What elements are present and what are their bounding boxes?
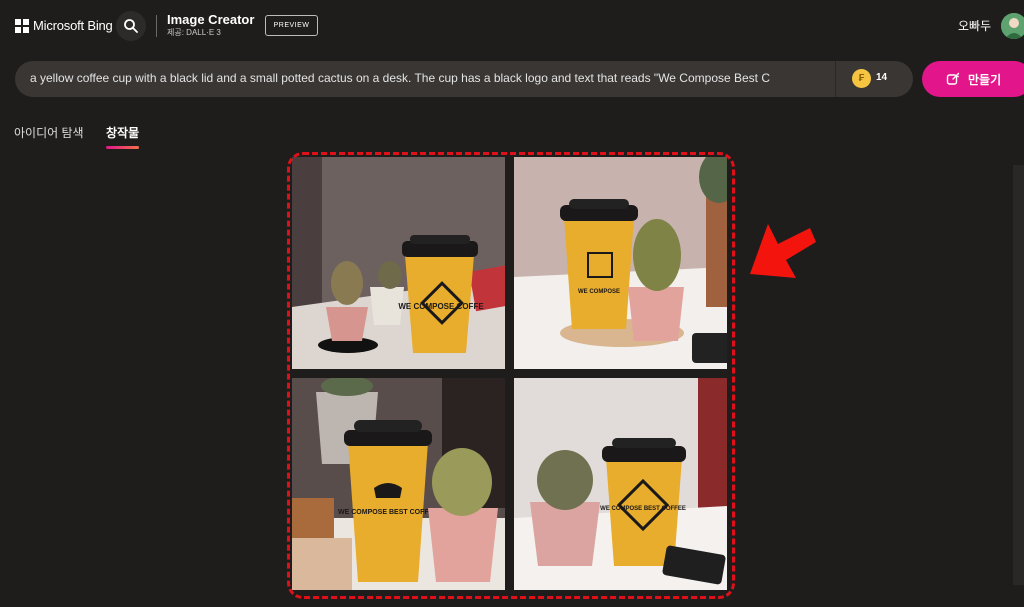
create-button-label: 만들기 (968, 72, 1002, 87)
search-icon (124, 19, 138, 33)
create-button[interactable]: 만들기 (922, 61, 1024, 97)
boost-count: 14 (876, 72, 888, 83)
boost-coin-icon: ₣ (852, 69, 871, 88)
header-divider (156, 15, 157, 37)
microsoft-logo-icon (15, 18, 29, 33)
tab-explore-ideas[interactable]: 아이디어 탐색 (14, 124, 84, 141)
top-bar: Microsoft Bing Image Creator 제공: DALL·E … (0, 0, 1024, 52)
app-subtitle: 제공: DALL·E 3 (167, 28, 221, 37)
bing-logo[interactable]: Microsoft Bing (15, 18, 113, 33)
app-title: Image Creator (167, 12, 255, 27)
scrollbar[interactable] (1013, 165, 1024, 585)
search-button[interactable] (116, 11, 146, 41)
prompt-input-bar[interactable]: a yellow coffee cup with a black lid and… (15, 61, 913, 97)
prompt-input[interactable]: a yellow coffee cup with a black lid and… (30, 71, 820, 85)
prompt-divider (835, 61, 836, 97)
create-icon (946, 72, 960, 85)
user-name[interactable]: 오빠두 (958, 17, 991, 34)
brand-name: Microsoft Bing (33, 18, 113, 33)
highlight-dashed-frame (287, 152, 735, 599)
app-title-block[interactable]: Image Creator 제공: DALL·E 3 (167, 12, 254, 38)
annotation-arrow-icon (750, 224, 816, 278)
active-tab-indicator (106, 146, 139, 149)
preview-badge: PREVIEW (265, 15, 318, 36)
tab-creations[interactable]: 창작물 (106, 124, 139, 141)
avatar[interactable] (1001, 13, 1024, 39)
